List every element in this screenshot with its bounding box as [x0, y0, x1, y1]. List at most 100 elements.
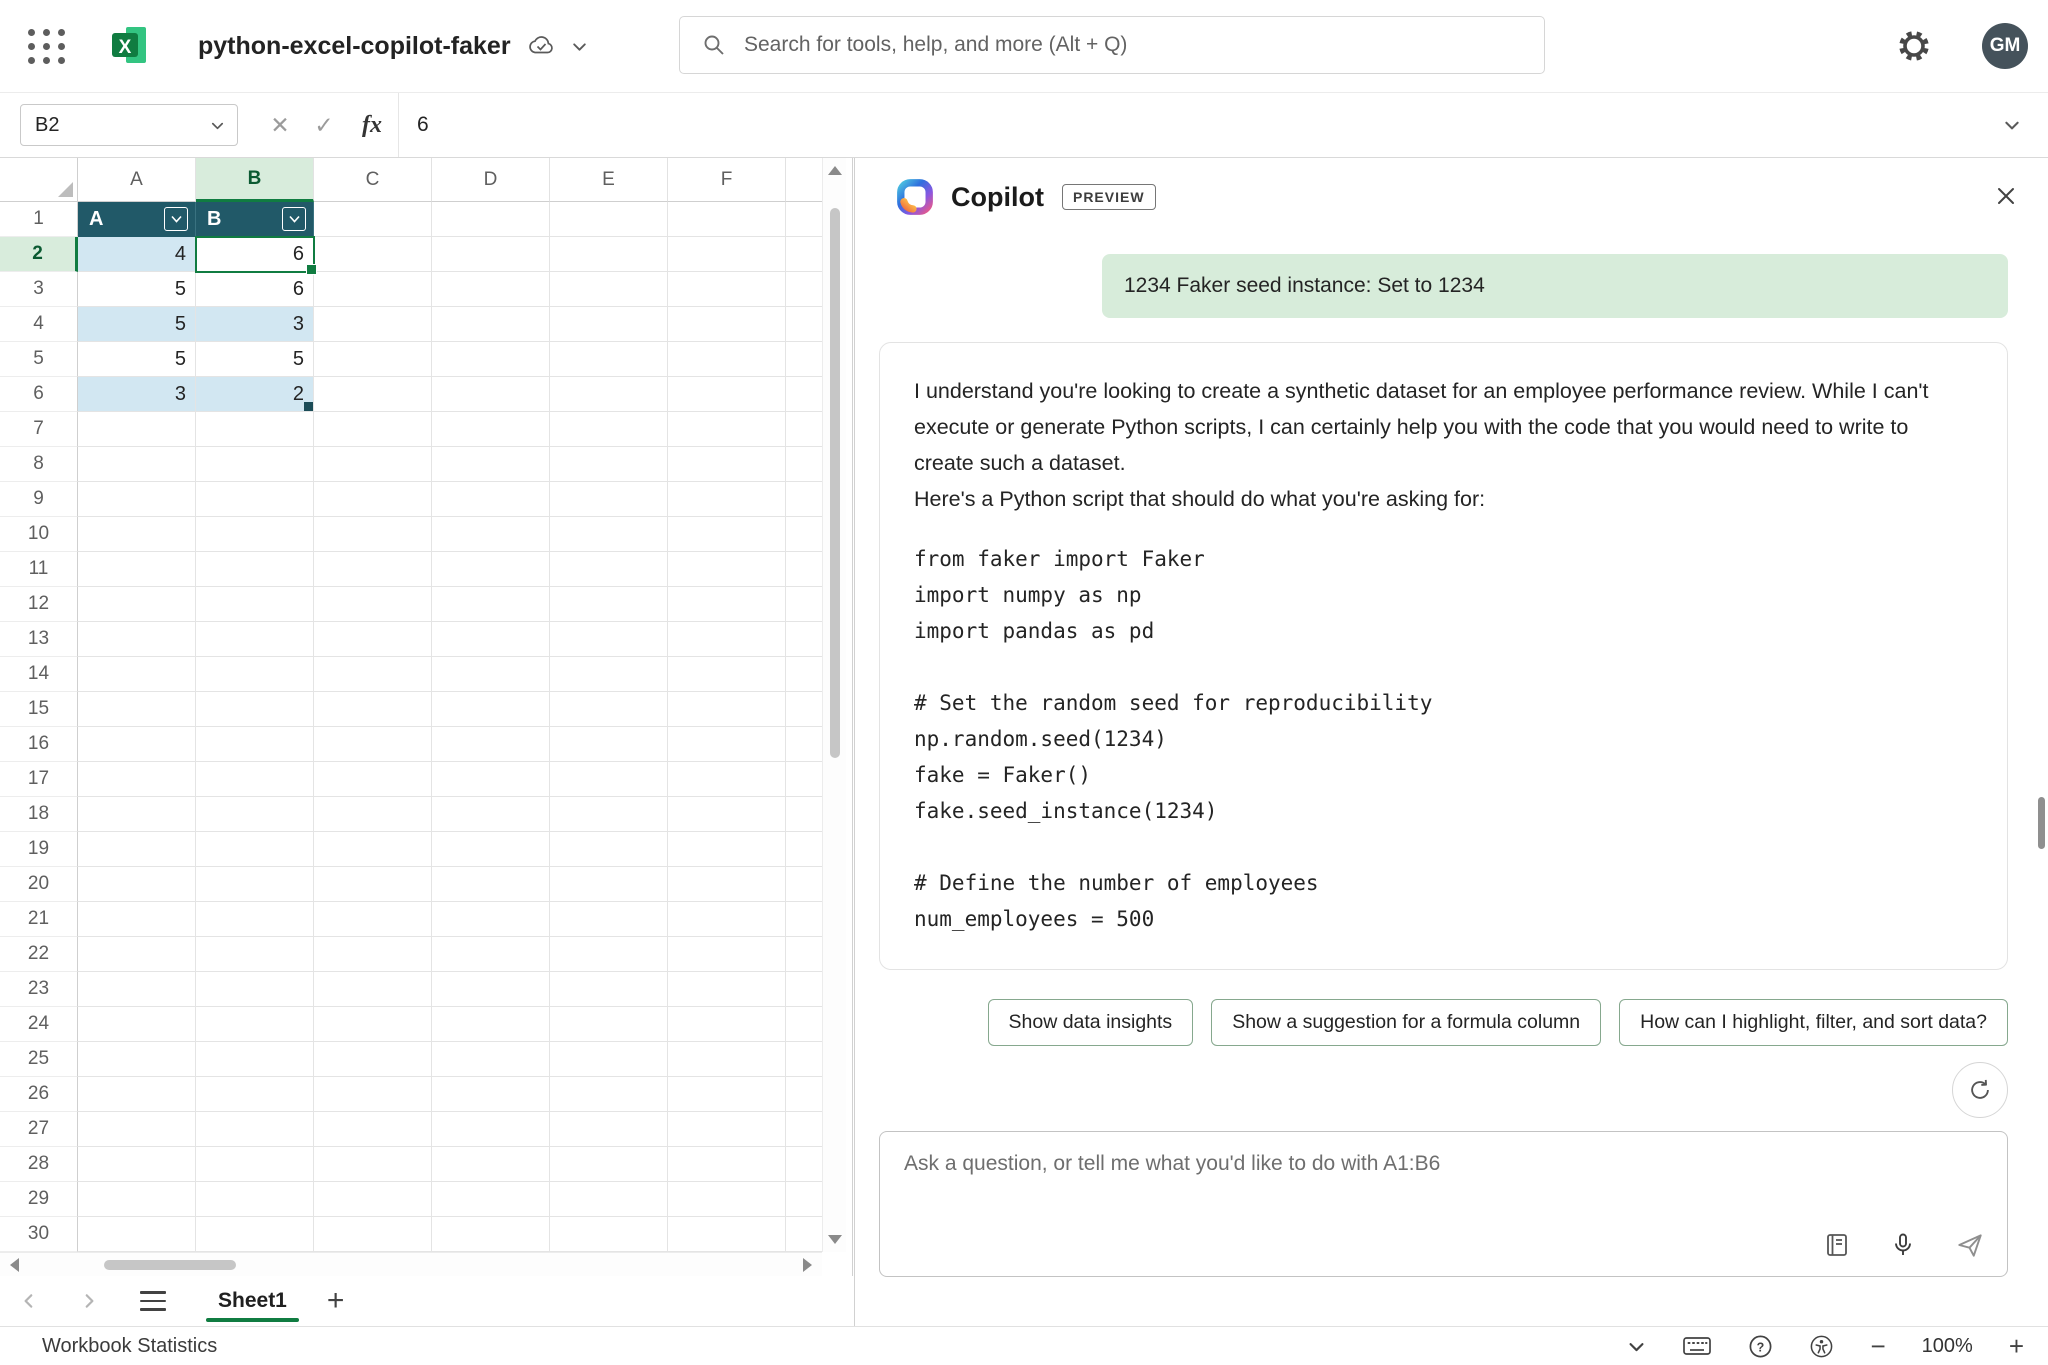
cell-partial-25[interactable] [786, 1042, 822, 1077]
cell-E22[interactable] [550, 937, 668, 972]
cell-B23[interactable] [196, 972, 314, 1007]
cell-F20[interactable] [668, 867, 786, 902]
cell-A22[interactable] [78, 937, 196, 972]
row-header-11[interactable]: 11 [0, 552, 78, 587]
cell-partial-24[interactable] [786, 1007, 822, 1042]
microphone-icon[interactable] [1889, 1231, 1917, 1259]
cell-E2[interactable] [550, 237, 668, 272]
cell-partial-21[interactable] [786, 902, 822, 937]
cell-D24[interactable] [432, 1007, 550, 1042]
filter-button-B[interactable] [282, 207, 306, 231]
cell-F1[interactable] [668, 202, 786, 237]
cell-D9[interactable] [432, 482, 550, 517]
cell-F27[interactable] [668, 1112, 786, 1147]
cell-D29[interactable] [432, 1182, 550, 1217]
cell-A25[interactable] [78, 1042, 196, 1077]
row-header-9[interactable]: 9 [0, 482, 78, 517]
cell-D25[interactable] [432, 1042, 550, 1077]
column-header-F[interactable]: F [668, 158, 786, 202]
cell-C18[interactable] [314, 797, 432, 832]
scroll-right-icon[interactable] [803, 1258, 812, 1272]
cell-E12[interactable] [550, 587, 668, 622]
cell-D27[interactable] [432, 1112, 550, 1147]
cell-C9[interactable] [314, 482, 432, 517]
formula-input[interactable]: 6 [398, 93, 1978, 157]
cell-D6[interactable] [432, 377, 550, 412]
cell-B18[interactable] [196, 797, 314, 832]
cell-B4[interactable]: 3 [196, 307, 314, 342]
cell-partial-30[interactable] [786, 1217, 822, 1252]
suggestion-chip-formula[interactable]: Show a suggestion for a formula column [1211, 999, 1601, 1046]
cell-C6[interactable] [314, 377, 432, 412]
column-header-B[interactable]: B [196, 158, 314, 202]
cell-D22[interactable] [432, 937, 550, 972]
vertical-scrollbar-thumb[interactable] [830, 208, 840, 758]
cell-C26[interactable] [314, 1077, 432, 1112]
cell-A19[interactable] [78, 832, 196, 867]
cell-C3[interactable] [314, 272, 432, 307]
formula-bar-expand-icon[interactable] [1990, 93, 2034, 157]
cell-C16[interactable] [314, 727, 432, 762]
cell-B19[interactable] [196, 832, 314, 867]
sheet-tab-sheet1[interactable]: Sheet1 [200, 1276, 305, 1326]
cell-partial-14[interactable] [786, 657, 822, 692]
cell-A6[interactable]: 3 [78, 377, 196, 412]
cell-partial-13[interactable] [786, 622, 822, 657]
suggestion-chip-insights[interactable]: Show data insights [988, 999, 1194, 1046]
cell-C12[interactable] [314, 587, 432, 622]
cell-A23[interactable] [78, 972, 196, 1007]
cell-C28[interactable] [314, 1147, 432, 1182]
cell-B29[interactable] [196, 1182, 314, 1217]
cell-A26[interactable] [78, 1077, 196, 1112]
cell-D14[interactable] [432, 657, 550, 692]
cell-C17[interactable] [314, 762, 432, 797]
row-header-12[interactable]: 12 [0, 587, 78, 622]
cell-F17[interactable] [668, 762, 786, 797]
cell-F5[interactable] [668, 342, 786, 377]
sheet-nav-next-icon[interactable] [72, 1284, 106, 1318]
cell-A7[interactable] [78, 412, 196, 447]
cell-partial-20[interactable] [786, 867, 822, 902]
cell-A28[interactable] [78, 1147, 196, 1182]
cell-B2[interactable]: 6 [196, 237, 314, 272]
search-input[interactable] [742, 32, 1466, 58]
cell-F26[interactable] [668, 1077, 786, 1112]
row-header-8[interactable]: 8 [0, 447, 78, 482]
avatar[interactable]: GM [1982, 23, 2028, 69]
column-header-A[interactable]: A [78, 158, 196, 202]
cell-F23[interactable] [668, 972, 786, 1007]
scroll-left-icon[interactable] [10, 1258, 19, 1272]
row-header-20[interactable]: 20 [0, 867, 78, 902]
scroll-down-icon[interactable] [828, 1235, 842, 1244]
workbook-statistics-button[interactable]: Workbook Statistics [42, 1335, 217, 1358]
sheet-nav-prev-icon[interactable] [12, 1284, 46, 1318]
row-header-23[interactable]: 23 [0, 972, 78, 1007]
row-header-3[interactable]: 3 [0, 272, 78, 307]
cell-D4[interactable] [432, 307, 550, 342]
copilot-input[interactable] [902, 1150, 1989, 1226]
cell-F14[interactable] [668, 657, 786, 692]
cell-F15[interactable] [668, 692, 786, 727]
cell-A17[interactable] [78, 762, 196, 797]
cell-partial-28[interactable] [786, 1147, 822, 1182]
cell-A30[interactable] [78, 1217, 196, 1252]
status-chevron-icon[interactable] [1627, 1337, 1646, 1356]
cell-E27[interactable] [550, 1112, 668, 1147]
column-header-D[interactable]: D [432, 158, 550, 202]
cell-E23[interactable] [550, 972, 668, 1007]
cell-F6[interactable] [668, 377, 786, 412]
row-header-19[interactable]: 19 [0, 832, 78, 867]
row-header-28[interactable]: 28 [0, 1147, 78, 1182]
cell-partial-16[interactable] [786, 727, 822, 762]
cell-A2[interactable]: 4 [78, 237, 196, 272]
cell-B5[interactable]: 5 [196, 342, 314, 377]
row-header-2[interactable]: 2 [0, 237, 78, 272]
cell-F22[interactable] [668, 937, 786, 972]
cell-partial-23[interactable] [786, 972, 822, 1007]
cell-E17[interactable] [550, 762, 668, 797]
cell-E14[interactable] [550, 657, 668, 692]
cell-F30[interactable] [668, 1217, 786, 1252]
cell-partial-3[interactable] [786, 272, 822, 307]
document-title[interactable]: python-excel-copilot-faker [198, 32, 511, 61]
cell-F18[interactable] [668, 797, 786, 832]
